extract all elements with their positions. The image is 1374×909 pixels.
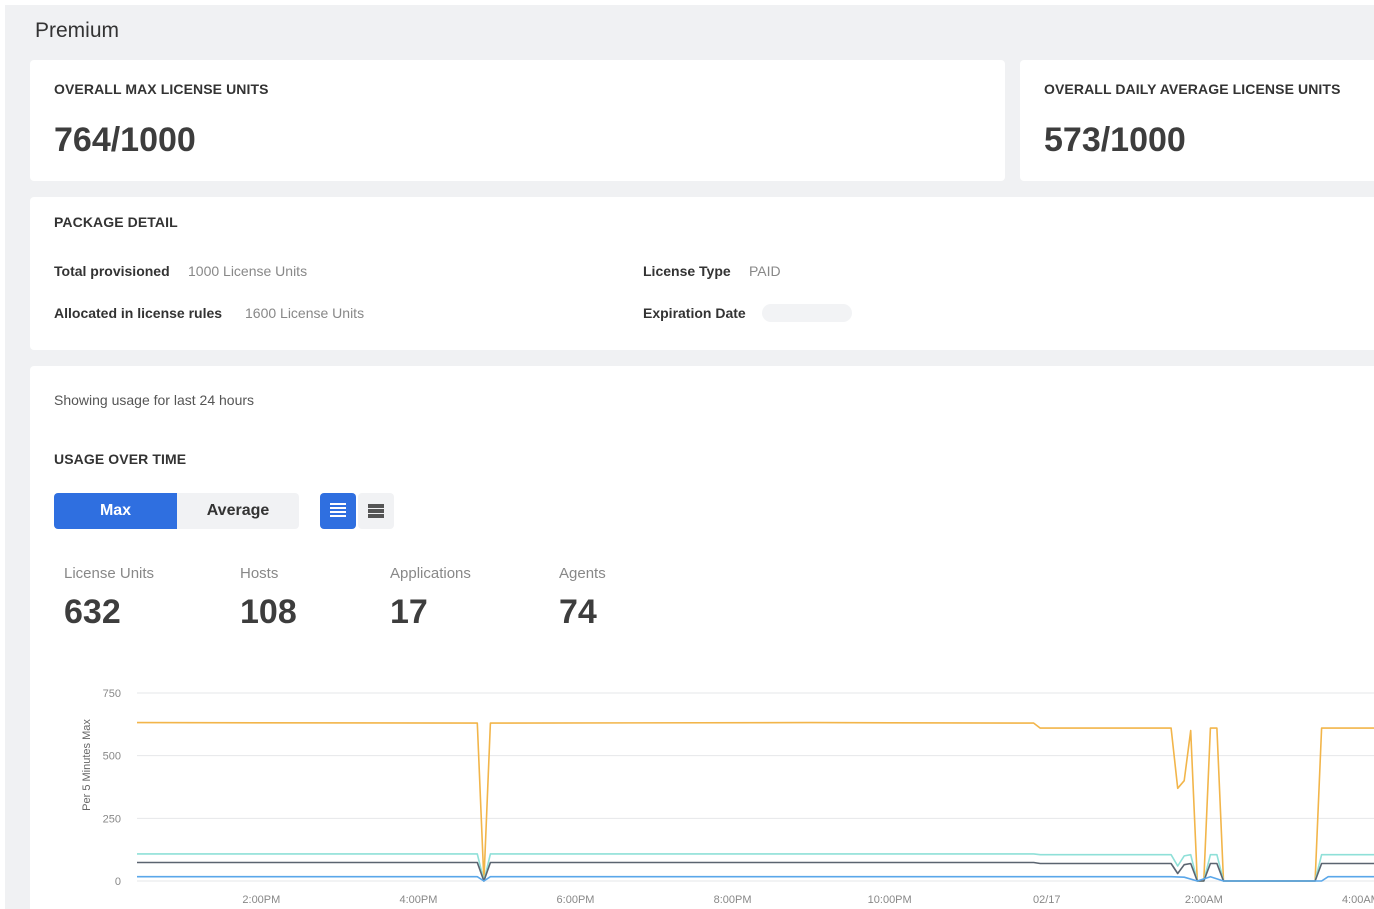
- y-tick-label: 500: [103, 751, 121, 763]
- x-tick-label: 6:00PM: [557, 894, 595, 906]
- y-tick-label: 250: [103, 813, 121, 825]
- y-axis-label: Per 5 Minutes Max: [81, 719, 93, 811]
- x-tick-label: 02/17: [1033, 894, 1061, 906]
- x-tick-label: 8:00PM: [714, 894, 752, 906]
- usage-over-time-chart: 0 250 500 750 Per 5 Minutes Max 2:00PM 4:00PM 6…: [81, 688, 1374, 906]
- y-tick-label: 0: [115, 876, 121, 888]
- x-tick-label: 10:00PM: [868, 894, 912, 906]
- x-tick-label: 4:00PM: [399, 894, 437, 906]
- x-tick-label: 2:00PM: [242, 894, 280, 906]
- y-tick-label: 750: [103, 688, 121, 700]
- series-line-applications: [137, 875, 1374, 882]
- x-tick-label: 4:00AM: [1342, 894, 1374, 906]
- series-line-license-units: [136, 721, 1374, 882]
- x-tick-label: 2:00AM: [1185, 894, 1223, 906]
- license-usage-page: Premium OVERALL MAX LICENSE UNITS 764/10…: [5, 5, 1374, 909]
